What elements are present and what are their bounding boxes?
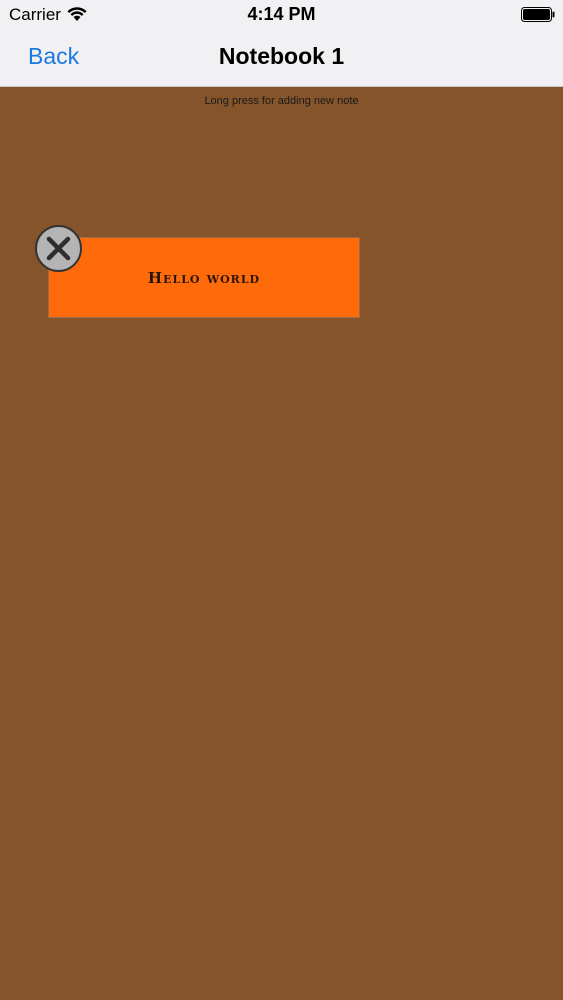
- notebook-screen: Carrier 4:14 PM Back Notebook 1 Long pre…: [0, 0, 563, 1000]
- page-title: Notebook 1: [218, 43, 345, 69]
- navigation-bar: Back Notebook 1: [0, 30, 563, 86]
- delete-note-button[interactable]: [35, 225, 82, 272]
- close-icon: [46, 236, 71, 261]
- status-bar: Carrier 4:14 PM: [0, 0, 563, 30]
- top-bar: Carrier 4:14 PM Back Notebook 1: [0, 0, 563, 87]
- status-time: 4:14 PM: [247, 4, 316, 24]
- note-text: Hello world: [147, 268, 261, 287]
- long-press-hint: Long press for adding new note: [204, 95, 359, 107]
- battery-icon: [521, 7, 555, 22]
- note-card[interactable]: Hello world: [48, 237, 360, 318]
